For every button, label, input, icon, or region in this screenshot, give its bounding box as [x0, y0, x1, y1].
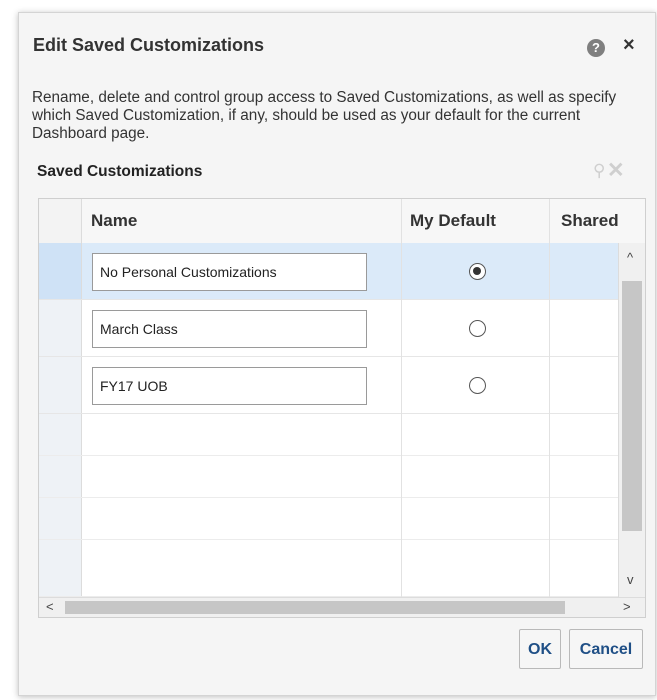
name-field[interactable] [92, 367, 367, 405]
table-row[interactable] [39, 357, 618, 414]
empty-row [39, 498, 618, 540]
vertical-scroll-thumb[interactable] [622, 281, 642, 531]
column-header-shared[interactable]: Shared [561, 199, 619, 243]
edit-saved-customizations-dialog: Edit Saved Customizations ? × Rename, de… [18, 12, 656, 696]
scroll-down-icon[interactable]: v [627, 573, 634, 587]
column-header-my-default[interactable]: My Default [410, 199, 496, 243]
row-header [39, 414, 82, 455]
customizations-table: Name My Default Shared ^ [38, 198, 646, 618]
empty-row [39, 414, 618, 456]
row-header [39, 456, 82, 497]
scroll-up-icon[interactable]: ^ [627, 251, 633, 265]
vertical-scrollbar[interactable]: ^ v [618, 243, 645, 597]
my-default-radio[interactable] [469, 377, 486, 394]
column-header-name[interactable]: Name [91, 199, 137, 243]
row-header[interactable] [39, 357, 82, 413]
my-default-radio[interactable] [469, 320, 486, 337]
scroll-left-icon[interactable]: < [46, 600, 54, 614]
section-title: Saved Customizations [37, 163, 203, 180]
cancel-button[interactable]: Cancel [569, 629, 643, 669]
dialog-description: Rename, delete and control group access … [32, 89, 617, 142]
scroll-right-icon[interactable]: > [623, 600, 631, 614]
help-icon[interactable]: ? [587, 39, 605, 57]
horizontal-scroll-thumb[interactable] [65, 601, 565, 614]
empty-row [39, 540, 618, 597]
delete-icon[interactable]: ✕ [607, 158, 625, 183]
my-default-radio[interactable] [469, 263, 486, 280]
table-header: Name My Default Shared [39, 199, 645, 244]
row-header [39, 498, 82, 539]
row-header [39, 540, 82, 596]
horizontal-scrollbar[interactable]: < > [39, 597, 645, 617]
table-row[interactable] [39, 300, 618, 357]
row-header[interactable] [39, 300, 82, 356]
name-field[interactable] [92, 310, 367, 348]
name-field[interactable] [92, 253, 367, 291]
row-header-corner [39, 199, 82, 243]
empty-row [39, 456, 618, 498]
column-divider [549, 199, 550, 597]
dialog-title: Edit Saved Customizations [33, 35, 265, 55]
row-header[interactable] [39, 243, 82, 299]
table-row[interactable] [39, 243, 618, 300]
key-icon[interactable]: ⚲ [593, 161, 605, 181]
close-icon[interactable]: × [623, 35, 635, 55]
ok-button[interactable]: OK [519, 629, 561, 669]
column-divider [401, 199, 402, 597]
